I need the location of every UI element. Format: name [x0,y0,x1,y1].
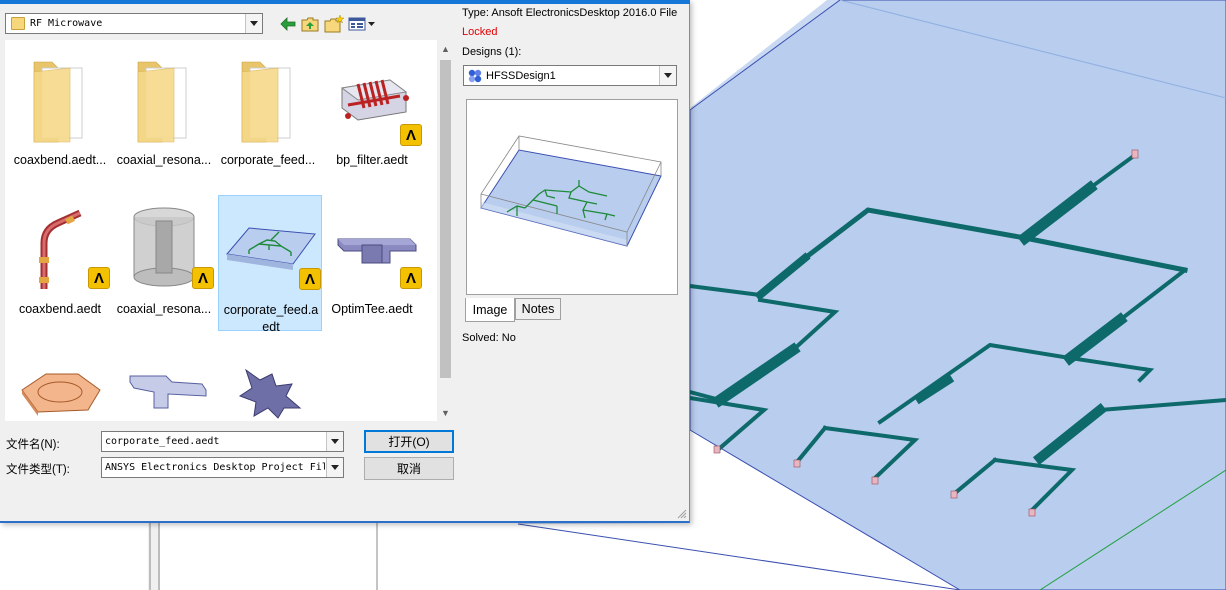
file-name: bp_filter.aedt [336,153,408,167]
ansys-badge-icon: Λ [88,267,110,289]
designs-count-label: Designs (1): [462,46,522,58]
look-in-dropdown[interactable]: RF Microwave [5,13,263,34]
desktop-screen: RF Microwave coaxbend.aedt... coaxial_re… [0,0,1226,590]
open-button[interactable]: 打开(O) [364,430,454,453]
file-type-info: Type: Ansoft ElectronicsDesktop 2016.0 F… [462,7,678,19]
new-folder-icon[interactable] [324,14,344,34]
file-item[interactable]: Λ [112,352,216,421]
resize-grip-icon[interactable] [677,509,687,519]
file-item[interactable]: corporate_feed... [216,46,320,182]
ansys-badge-icon: Λ [400,124,422,146]
file-name: corporate_feed.aedt [223,303,319,334]
view-menu-icon[interactable] [348,14,376,34]
dialog-titlebar [0,0,690,4]
solved-status: Solved: No [462,332,516,344]
filename-value: corporate_feed.aedt [105,436,220,447]
folder-icon [33,61,83,143]
file-item[interactable]: Λ [8,352,112,421]
hfss-design-icon [468,69,482,83]
scroll-down-icon[interactable]: ▼ [437,404,454,421]
locked-status: Locked [462,26,498,38]
folder-icon [11,17,25,30]
open-file-dialog: RF Microwave coaxbend.aedt... coaxial_re… [0,0,690,523]
patch-antenna-model-icon [21,373,101,416]
cross-junction-model-icon [238,368,302,419]
filename-label: 文件名(N): [6,439,60,451]
chevron-down-icon[interactable] [326,432,343,451]
filetype-value: ANSYS Electronics Desktop Project Fil [105,462,325,473]
back-arrow-icon[interactable] [278,14,298,34]
filetype-dropdown[interactable]: ANSYS Electronics Desktop Project Fil [101,457,344,478]
tab-image[interactable]: Image [465,298,515,322]
substrate [689,0,1226,590]
tab-notes[interactable]: Notes [515,298,561,320]
chevron-down-icon[interactable] [659,66,676,85]
filename-input[interactable]: corporate_feed.aedt [101,431,344,452]
design-selected: HFSSDesign1 [486,70,556,82]
file-item[interactable]: coaxbend.aedt... [8,46,112,182]
folder-icon [241,61,291,143]
file-name: coaxbend.aedt [18,302,101,316]
design-preview-image [480,135,662,247]
ansys-badge-icon: Λ [192,267,214,289]
file-name: coaxial_resona... [116,302,212,316]
filetype-label: 文件类型(T): [6,464,70,476]
file-item[interactable]: Λ coaxial_resona... [112,195,216,331]
file-name: coaxial_resona... [116,153,212,167]
ansys-badge-icon: Λ [299,268,321,290]
file-list[interactable]: coaxbend.aedt... coaxial_resona... corpo… [5,40,454,421]
cancel-button[interactable]: 取消 [364,457,454,480]
tee-junction-model-icon [129,375,207,409]
scrollbar-thumb[interactable] [440,60,451,378]
design-dropdown[interactable]: HFSSDesign1 [463,65,677,86]
file-item[interactable]: Λ OptimTee.aedt [320,195,424,331]
look-in-value: RF Microwave [30,18,103,29]
file-item[interactable]: Λ [216,352,320,421]
file-name: coaxbend.aedt... [13,153,107,167]
scroll-up-icon[interactable]: ▲ [437,40,454,57]
file-name: OptimTee.aedt [331,302,413,316]
chevron-down-icon[interactable] [245,14,262,33]
design-preview [466,99,678,295]
folder-icon [137,61,187,143]
chevron-down-icon[interactable] [326,458,343,477]
file-name: corporate_feed... [220,153,316,167]
ansys-badge-icon: Λ [400,267,422,289]
file-item[interactable]: Λ bp_filter.aedt [320,46,424,182]
file-item-selected[interactable]: Λ corporate_feed.aedt [218,195,322,334]
file-list-scrollbar[interactable]: ▲ ▼ [437,40,454,421]
file-item[interactable]: coaxial_resona... [112,46,216,182]
file-item[interactable]: Λ coaxbend.aedt [8,195,112,331]
up-folder-icon[interactable] [300,14,320,34]
